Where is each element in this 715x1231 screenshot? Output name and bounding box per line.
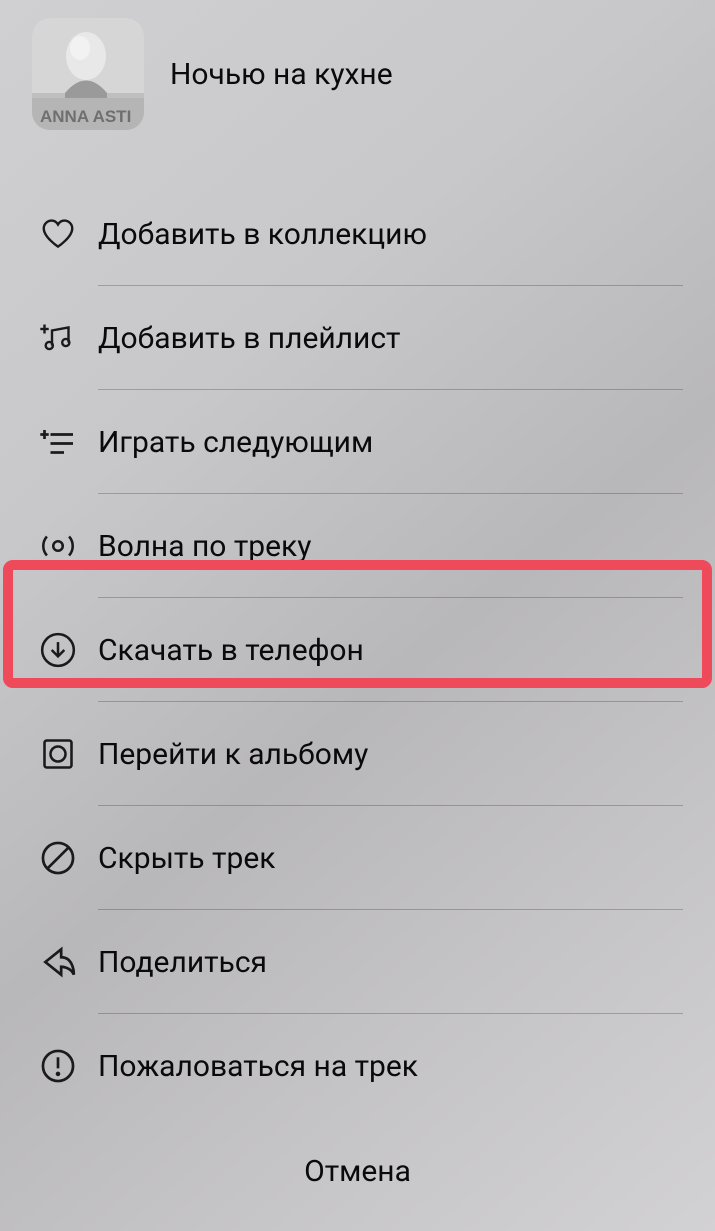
menu-item-share[interactable]: Поделиться: [0, 910, 715, 1014]
menu-item-goto-album[interactable]: Перейти к альбому: [0, 702, 715, 806]
menu-item-play-next[interactable]: Играть следующим: [0, 390, 715, 494]
menu-item-add-collection[interactable]: Добавить в коллекцию: [0, 182, 715, 286]
album-cover: ANNA ASTI: [32, 18, 144, 130]
menu-item-label: Скачать в телефон: [98, 633, 364, 668]
menu-item-report[interactable]: Пожаловаться на трек: [0, 1014, 715, 1118]
cancel-label: Отмена: [304, 1154, 411, 1189]
download-icon: [38, 630, 78, 670]
menu-item-add-playlist[interactable]: Добавить в плейлист: [0, 286, 715, 390]
track-title: Ночью на кухне: [170, 57, 393, 92]
cover-artist-text: ANNA ASTI: [40, 107, 131, 126]
block-icon: [38, 838, 78, 878]
cancel-button[interactable]: Отмена: [0, 1111, 715, 1231]
menu-item-label: Перейти к альбому: [98, 737, 368, 772]
menu-item-wave[interactable]: Волна по треку: [0, 494, 715, 598]
queue-next-icon: [38, 422, 78, 462]
track-header: ANNA ASTI Ночью на кухне: [0, 0, 715, 142]
menu-item-label: Добавить в плейлист: [98, 321, 400, 356]
wave-icon: [38, 526, 78, 566]
heart-icon: [38, 214, 78, 254]
playlist-add-icon: [38, 318, 78, 358]
share-icon: [38, 942, 78, 982]
menu-item-label: Волна по треку: [98, 529, 311, 564]
menu-item-hide-track[interactable]: Скрыть трек: [0, 806, 715, 910]
menu-item-label: Пожаловаться на трек: [98, 1049, 418, 1084]
menu-item-label: Скрыть трек: [98, 841, 275, 876]
menu-item-download[interactable]: Скачать в телефон: [0, 598, 715, 702]
menu-item-label: Добавить в коллекцию: [98, 217, 427, 252]
report-icon: [38, 1046, 78, 1086]
menu-item-label: Поделиться: [98, 945, 267, 980]
action-sheet: ANNA ASTI Ночью на кухне Добавить в колл…: [0, 0, 715, 1231]
menu-list: Добавить в коллекцию Добавить в плейлист: [0, 182, 715, 1118]
menu-item-label: Играть следующим: [98, 425, 373, 460]
album-icon: [38, 734, 78, 774]
